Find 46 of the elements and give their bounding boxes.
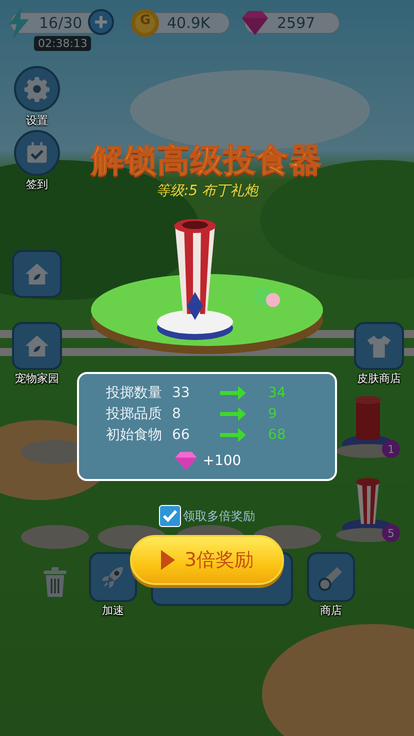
button-label: 宠物家园: [15, 371, 59, 386]
button-label: 设置: [26, 113, 48, 128]
checkbox-label: 领取多倍奖励: [183, 508, 255, 524]
stat-current: 66: [172, 426, 191, 442]
dialog-title: 解锁高级投食器: [92, 140, 322, 180]
gear-icon: [24, 76, 50, 102]
pet-home-button[interactable]: [12, 250, 62, 298]
stat-label: 投掷数量: [106, 384, 163, 402]
coin-icon: [130, 8, 160, 38]
stat-label: 初始食物: [106, 426, 163, 444]
trash-button[interactable]: [41, 566, 69, 598]
stat-next: 9: [268, 406, 278, 422]
gem-reward: +100: [202, 453, 242, 469]
button-label: 签到: [26, 177, 48, 192]
button-label: 皮肤商店: [357, 371, 401, 386]
empty-plate-drawing: [21, 525, 89, 549]
button-label: 加速: [102, 603, 124, 618]
right-arrow-icon: [218, 406, 248, 422]
t-shirt-icon: [365, 333, 393, 359]
multi-reward-checkbox[interactable]: [159, 505, 181, 527]
pet-home-button[interactable]: [12, 322, 62, 370]
checkmark-icon: [162, 509, 178, 523]
stat-label: 投掷品质: [106, 404, 163, 422]
play-icon: [160, 549, 176, 571]
stat-current: 8: [172, 406, 182, 422]
add-energy-button[interactable]: [88, 9, 114, 35]
house-leaf-icon: [23, 333, 51, 359]
stat-next: 68: [268, 426, 287, 442]
triple-reward-button[interactable]: 3倍奖励: [130, 535, 284, 585]
plus-icon: [94, 15, 108, 29]
stat-current: 33: [172, 384, 191, 400]
settings-button[interactable]: [14, 66, 60, 112]
right-arrow-icon: [218, 426, 248, 442]
house-leaf-icon: [23, 261, 51, 287]
shop-button[interactable]: [307, 552, 355, 602]
skin-shop-button[interactable]: [354, 322, 404, 370]
button-label: 商店: [320, 603, 342, 618]
level-badge: 5: [382, 524, 400, 542]
stat-next: 34: [268, 384, 287, 400]
level-badge: 1: [382, 440, 400, 458]
check-in-button[interactable]: [14, 130, 60, 176]
gem-icon: [172, 451, 199, 471]
feeder-level-name: 等级:5 布丁礼炮: [156, 182, 258, 200]
speed-up-button[interactable]: [89, 552, 137, 602]
right-arrow-icon: [218, 384, 248, 400]
energy-timer: 02:38:13: [34, 36, 92, 51]
